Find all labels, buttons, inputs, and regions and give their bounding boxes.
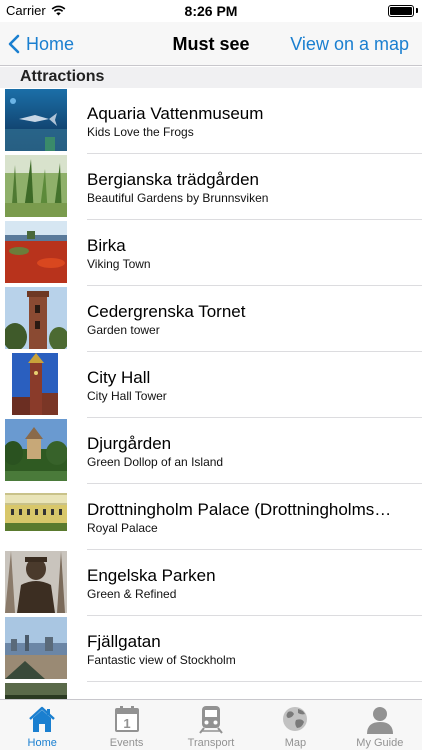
list-item[interactable]: Cedergrenska Tornet Garden tower <box>0 286 422 352</box>
list-item[interactable]: Engelska Parken Green & Refined <box>0 550 422 616</box>
house-icon <box>29 706 56 732</box>
thumbnail-city-hall <box>12 353 58 415</box>
chevron-left-icon <box>8 34 20 54</box>
list-item-subtitle: Viking Town <box>87 257 151 271</box>
list-item-subtitle: Green & Refined <box>87 587 177 601</box>
thumbnail-birka <box>5 221 67 283</box>
list-item-subtitle: City Hall Tower <box>87 389 167 403</box>
list-item[interactable]: Fjällgatan Fantastic view of Stockholm <box>0 616 422 682</box>
tab-bar: Home 1 Events Transport Map My Guide <box>0 699 422 750</box>
tab-transport[interactable]: Transport <box>169 700 253 750</box>
globe-icon <box>283 707 308 731</box>
navigation-bar: Home Must see View on a map <box>0 22 422 66</box>
tab-home[interactable]: Home <box>0 700 84 750</box>
thumbnail-palace <box>5 485 67 547</box>
back-button-label: Home <box>26 33 75 54</box>
thumbnail-statue <box>5 551 67 613</box>
list-item[interactable]: Bergianska trädgården Beautiful Gardens … <box>0 154 422 220</box>
list-item-title: Engelska Parken <box>87 566 216 585</box>
section-title: Attractions <box>20 68 105 85</box>
tab-label: Home <box>27 737 57 749</box>
list-item-subtitle: Royal Palace <box>87 521 158 535</box>
thumbnail-aquarium <box>5 89 67 151</box>
tab-label: My Guide <box>356 737 404 749</box>
thumbnail-view <box>5 617 67 679</box>
list-item-title: Cedergrenska Tornet <box>87 302 246 321</box>
list-item-subtitle: Fantastic view of Stockholm <box>87 653 236 667</box>
list-item-subtitle: Garden tower <box>87 323 160 337</box>
list-item[interactable] <box>0 682 422 699</box>
tab-map[interactable]: Map <box>253 700 337 750</box>
list-item-title: Drottningholm Palace (Drottningholms… <box>87 500 392 519</box>
list-item-title: Aquaria Vattenmuseum <box>87 104 264 123</box>
status-bar: Carrier 8:26 PM <box>0 0 422 22</box>
tab-label: Map <box>284 737 307 749</box>
list-item[interactable]: Djurgården Green Dollop of an Island <box>0 418 422 484</box>
thumbnail-garden <box>5 155 67 217</box>
list-item[interactable]: Drottningholm Palace (Drottningholms… Ro… <box>0 484 422 550</box>
list-item-subtitle: Green Dollop of an Island <box>87 455 224 469</box>
view-on-map-button[interactable]: View on a map <box>290 22 409 66</box>
list-item[interactable]: Birka Viking Town <box>0 220 422 286</box>
list-item-subtitle: Beautiful Gardens by Brunnsviken <box>87 191 269 205</box>
list-item-title: City Hall <box>87 368 151 387</box>
thumbnail-djurgarden <box>5 419 67 481</box>
calendar-icon: 1 <box>114 706 139 732</box>
back-button[interactable]: Home <box>8 22 74 66</box>
thumbnail-partial <box>5 683 67 699</box>
list-item-subtitle: Kids Love the Frogs <box>87 125 194 139</box>
person-icon <box>366 707 393 734</box>
tab-label: Transport <box>187 737 235 749</box>
thumbnail-tower <box>5 287 67 349</box>
list-item-title: Birka <box>87 236 126 255</box>
battery-nub <box>416 8 418 13</box>
status-time: 8:26 PM <box>184 3 238 19</box>
list-item[interactable]: City Hall City Hall Tower <box>0 352 422 418</box>
attractions-list[interactable]: Aquaria Vattenmuseum Kids Love the Frogs… <box>0 88 422 699</box>
list-item-title: Djurgården <box>87 434 172 453</box>
tab-events[interactable]: 1 Events <box>84 700 168 750</box>
tab-label: Events <box>109 737 144 749</box>
battery-icon <box>388 5 414 17</box>
svg-text:1: 1 <box>123 716 130 731</box>
list-item[interactable]: Aquaria Vattenmuseum Kids Love the Frogs <box>0 88 422 154</box>
section-header: Attractions <box>0 67 422 88</box>
tab-my-guide[interactable]: My Guide <box>338 700 422 750</box>
list-item-title: Fjällgatan <box>87 632 161 651</box>
list-item-title: Bergianska trädgården <box>87 170 260 189</box>
train-icon <box>199 706 223 734</box>
